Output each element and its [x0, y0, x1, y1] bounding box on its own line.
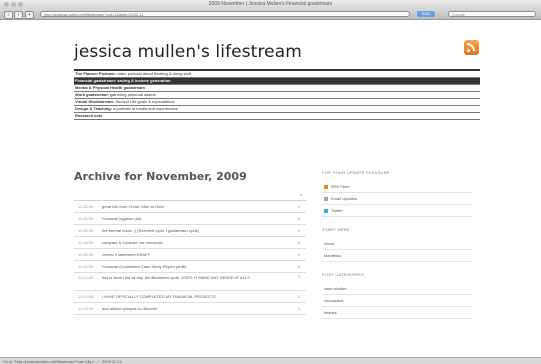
post-row: 11:23:09 and added synapse to discover 0	[74, 303, 306, 315]
nav-item[interactable]: Mental & Physical Health goalstream	[74, 85, 480, 92]
nav-item-description: gathering personal assets	[108, 92, 156, 97]
comment-count[interactable]: 0	[298, 213, 300, 224]
email-icon	[324, 196, 328, 201]
archive-title: Archive for November, 2009	[74, 170, 247, 183]
post-time: 11:30:09	[78, 216, 94, 221]
title-bar: 2009 November | Jessica Mullen's Financi…	[0, 0, 541, 9]
update-link-label: Twitter	[331, 208, 343, 213]
post-row: 11:26:09 review 2 statement DRAFT 0	[74, 249, 306, 261]
nav-item[interactable]: Financial goalstream: saving & income ge…	[74, 78, 480, 85]
update-link[interactable]: RSS Feed	[322, 181, 472, 193]
post-title-link[interactable]: Financial Goalstream Case Study Report (…	[102, 264, 186, 269]
category-link[interactable]: finance	[322, 307, 472, 319]
window-title: 2009 November | Jessica Mullen's Financi…	[208, 1, 333, 7]
comment-count[interactable]: 0	[298, 261, 300, 272]
twitter-icon	[324, 208, 328, 213]
site-title[interactable]: jessica mullen's lifestream	[74, 42, 302, 62]
comment-count[interactable]: 0	[298, 237, 300, 248]
nav-item-title: Work goalstream:	[75, 92, 109, 97]
nav-item-title: The Planner Podcast:	[75, 71, 116, 76]
nav-item-title: Research sets	[75, 113, 103, 118]
add-bookmark-button[interactable]: +	[25, 11, 34, 19]
comment-count[interactable]: 0	[298, 201, 300, 212]
back-button[interactable]: ‹	[4, 11, 13, 19]
browser-toolbar: ‹ › + http://jessicamullen.net/lifestrea…	[0, 9, 541, 20]
nav-item-description: Second Life goals & expectations	[114, 99, 175, 104]
post-row: 11:24:09 this is what i did all day, the …	[74, 273, 306, 291]
browser-window: 2009 November | Jessica Mullen's Financi…	[0, 0, 541, 364]
nav-item-title: Mental & Physical Health goalstream	[75, 85, 145, 90]
status-bar: Go to "http://jessicamullen.net/lifestre…	[0, 357, 541, 364]
post-title-link[interactable]: Financial hygiene (##)	[102, 216, 141, 221]
nav-item[interactable]: Virtual Worldstream: Second Life goals &…	[74, 99, 480, 106]
post-title-link[interactable]: the eternal return :) (Reinvent cycle I …	[102, 228, 199, 233]
post-list: # 11:30:09 great link from Christ- Man vs…	[74, 190, 306, 315]
updates-heading: For your update pleasure	[322, 170, 390, 175]
nav-item[interactable]: The Planner Podcast: video podcast about…	[74, 71, 480, 78]
rss-feed-icon[interactable]	[464, 40, 479, 55]
comment-count[interactable]: 0	[298, 273, 300, 281]
comment-count[interactable]: 0	[298, 225, 300, 236]
post-list-header: #	[74, 190, 306, 201]
post-time: 11:26:09	[78, 252, 94, 257]
start-link[interactable]: Manifesto	[322, 250, 472, 262]
start-heading: Start here	[322, 227, 350, 232]
categories-heading: Post categories	[322, 272, 365, 277]
update-link[interactable]: Email Updates	[322, 193, 472, 205]
post-row: 11:30:09 Financial hygiene (##) 0	[74, 213, 306, 225]
post-row: 11:30:09 the eternal return :) (Reinvent …	[74, 225, 306, 237]
forward-button[interactable]: ›	[14, 11, 23, 19]
category-link[interactable]: conceptual	[322, 295, 472, 307]
start-link[interactable]: About	[322, 238, 472, 250]
sidebar: For your update pleasure RSS Feed Email U…	[322, 170, 472, 319]
post-row: 11:28:09 compare & contrast: car insuranc…	[74, 237, 306, 249]
nav-item[interactable]: Work goalstream: gathering personal asse…	[74, 92, 480, 99]
update-link-label: RSS Feed	[331, 184, 350, 189]
comment-count[interactable]: 0	[298, 291, 300, 302]
post-row: 11:23:09 I HAVE OFFICIALLY COMPLETED MY F…	[74, 291, 306, 303]
nav-item-title: Design & Teaching:	[75, 106, 113, 111]
nav-item-description: a portfolio of media and experiences	[112, 106, 178, 111]
nav-item[interactable]: Research sets	[74, 113, 480, 120]
comment-count[interactable]: 0	[298, 249, 300, 260]
web-page: jessica mullen's lifestream The Planner …	[66, 20, 486, 358]
nav-item[interactable]: Design & Teaching: a portfolio of media …	[74, 106, 480, 113]
post-title-link[interactable]: I HAVE OFFICIALLY COMPLETED MY FINANCIAL…	[102, 294, 216, 299]
comment-count[interactable]: 0	[298, 303, 300, 314]
update-link-label: Email Updates	[331, 196, 358, 201]
post-time: 11:23:09	[78, 294, 94, 299]
nav-item-description: video podcast about thinking & doing stu…	[115, 71, 191, 76]
post-title-link[interactable]: review 2 statement DRAFT	[102, 252, 150, 257]
post-time: 11:26:09	[78, 264, 94, 269]
site-navigation: The Planner Podcast: video podcast about…	[74, 69, 480, 120]
post-time: 11:30:09	[78, 204, 94, 209]
rss-icon	[324, 184, 328, 189]
post-time: 11:23:09	[78, 306, 94, 311]
category-link[interactable]: case studies	[322, 283, 472, 295]
address-bar[interactable]: http://jessicamullen.net/lifestream/?cat…	[40, 11, 410, 17]
search-input[interactable]: Google	[448, 11, 536, 17]
nav-item-title: Virtual Worldstream:	[75, 99, 115, 104]
post-row: 11:26:09 Financial Goalstream Case Study …	[74, 261, 306, 273]
update-link[interactable]: Twitter	[322, 205, 472, 217]
post-time: 11:30:09	[78, 228, 94, 233]
rss-button[interactable]: RSS	[417, 11, 435, 17]
post-title-link[interactable]: this is what i did all day, the lifestre…	[102, 275, 250, 280]
post-time: 11:24:09	[78, 275, 94, 280]
post-title-link[interactable]: compare & contrast: car insurance	[102, 240, 163, 245]
post-title-link[interactable]: and added synapse to discover	[102, 306, 157, 311]
nav-item-title: Financial goalstream: saving & income ge…	[75, 78, 171, 83]
post-row: 11:30:09 great link from Christ- Man vs D…	[74, 201, 306, 213]
post-time: 11:28:09	[78, 240, 94, 245]
post-title-link[interactable]: great link from Christ- Man vs Debt	[102, 204, 164, 209]
